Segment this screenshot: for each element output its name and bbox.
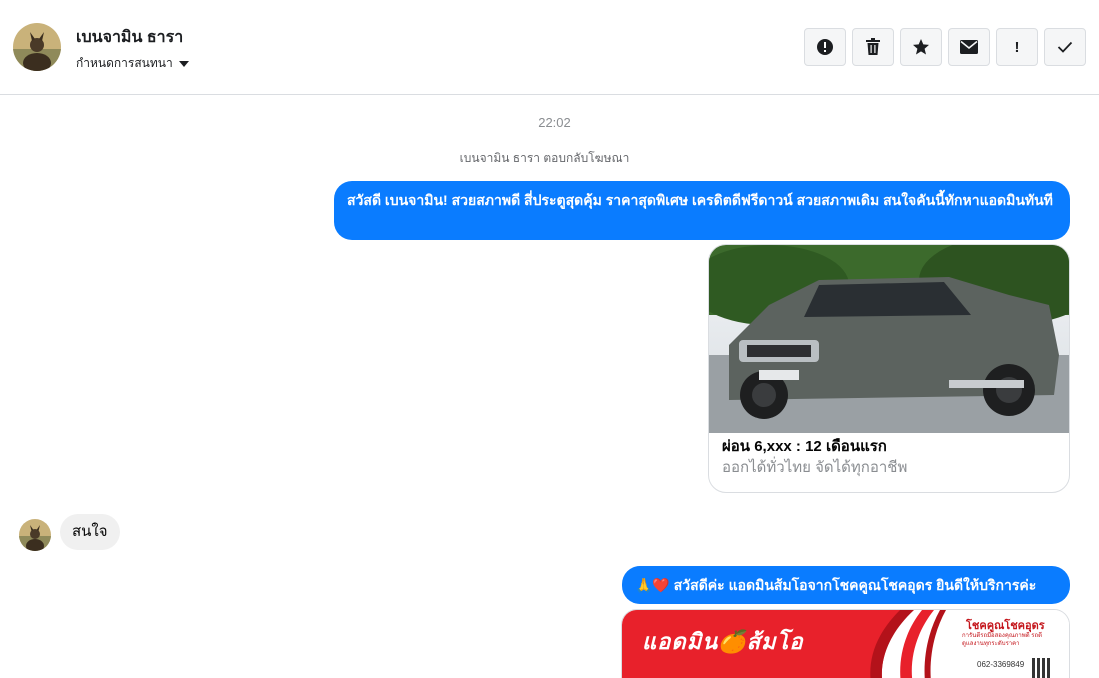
follow-up-button[interactable]: ! [996, 28, 1038, 66]
sender-avatar [19, 519, 51, 551]
car-photo [709, 245, 1069, 433]
qr-code-icon [1032, 658, 1052, 678]
delete-button[interactable] [852, 28, 894, 66]
contact-avatar[interactable] [13, 23, 61, 71]
check-icon [1057, 41, 1073, 53]
ad-reply-note: เบนจามิน ธารา ตอบกลับโฆษณา [459, 151, 630, 165]
exclamation-icon: ! [1014, 38, 1020, 56]
thread-header: เบนจามิน ธารา กำหนดการสนทนา ! [0, 0, 1099, 95]
incoming-message[interactable]: สนใจ [60, 514, 120, 550]
trash-icon [866, 38, 880, 55]
banner-phone: 062-3369849 [977, 660, 1025, 669]
outgoing-message-greeting[interactable]: 🙏❤️ สวัสดีค่ะ แอดมินส้มโอจากโชคคูณโชคอุด… [622, 566, 1070, 604]
banner-headline: แอดมิน🍊ส้มโอ [642, 629, 804, 654]
card-subtitle: ออกได้ทั่วไทย จัดได้ทุกอาชีพ [722, 459, 908, 476]
schedule-dropdown[interactable]: กำหนดการสนทนา [76, 54, 189, 73]
mark-done-button[interactable] [1044, 28, 1086, 66]
mark-unread-button[interactable] [948, 28, 990, 66]
star-button[interactable] [900, 28, 942, 66]
message-timestamp: 22:02 [538, 115, 571, 130]
banner-tagline: การันตีรถมือสองคุณภาพดี รถดี ดูแลงานทุกร… [962, 633, 1043, 647]
thread-actions: ! [804, 28, 1086, 66]
conversation-pane[interactable]: 22:02 เบนจามิน ธารา ตอบกลับโฆษณา สวัสดี … [0, 96, 1099, 678]
ad-card[interactable]: ผ่อน 6,xxx : 12 เดือนแรก ออกได้ทั่วไทย จ… [708, 244, 1070, 493]
report-button[interactable] [804, 28, 846, 66]
contact-name: เบนจามิน ธารา [76, 29, 184, 46]
caret-down-icon [178, 60, 189, 67]
star-icon [913, 39, 929, 55]
envelope-icon [960, 40, 978, 54]
outgoing-message[interactable]: สวัสดี เบนจามิน! สวยสภาพดี สี่ประตูสุดคุ… [334, 181, 1070, 240]
alert-circle-icon [817, 39, 833, 55]
schedule-label: กำหนดการสนทนา [76, 56, 173, 70]
admin-banner-image[interactable]: แอดมิน🍊ส้มโอ โชคคูณโชคอุดร การันตีรถมือส… [621, 609, 1070, 678]
